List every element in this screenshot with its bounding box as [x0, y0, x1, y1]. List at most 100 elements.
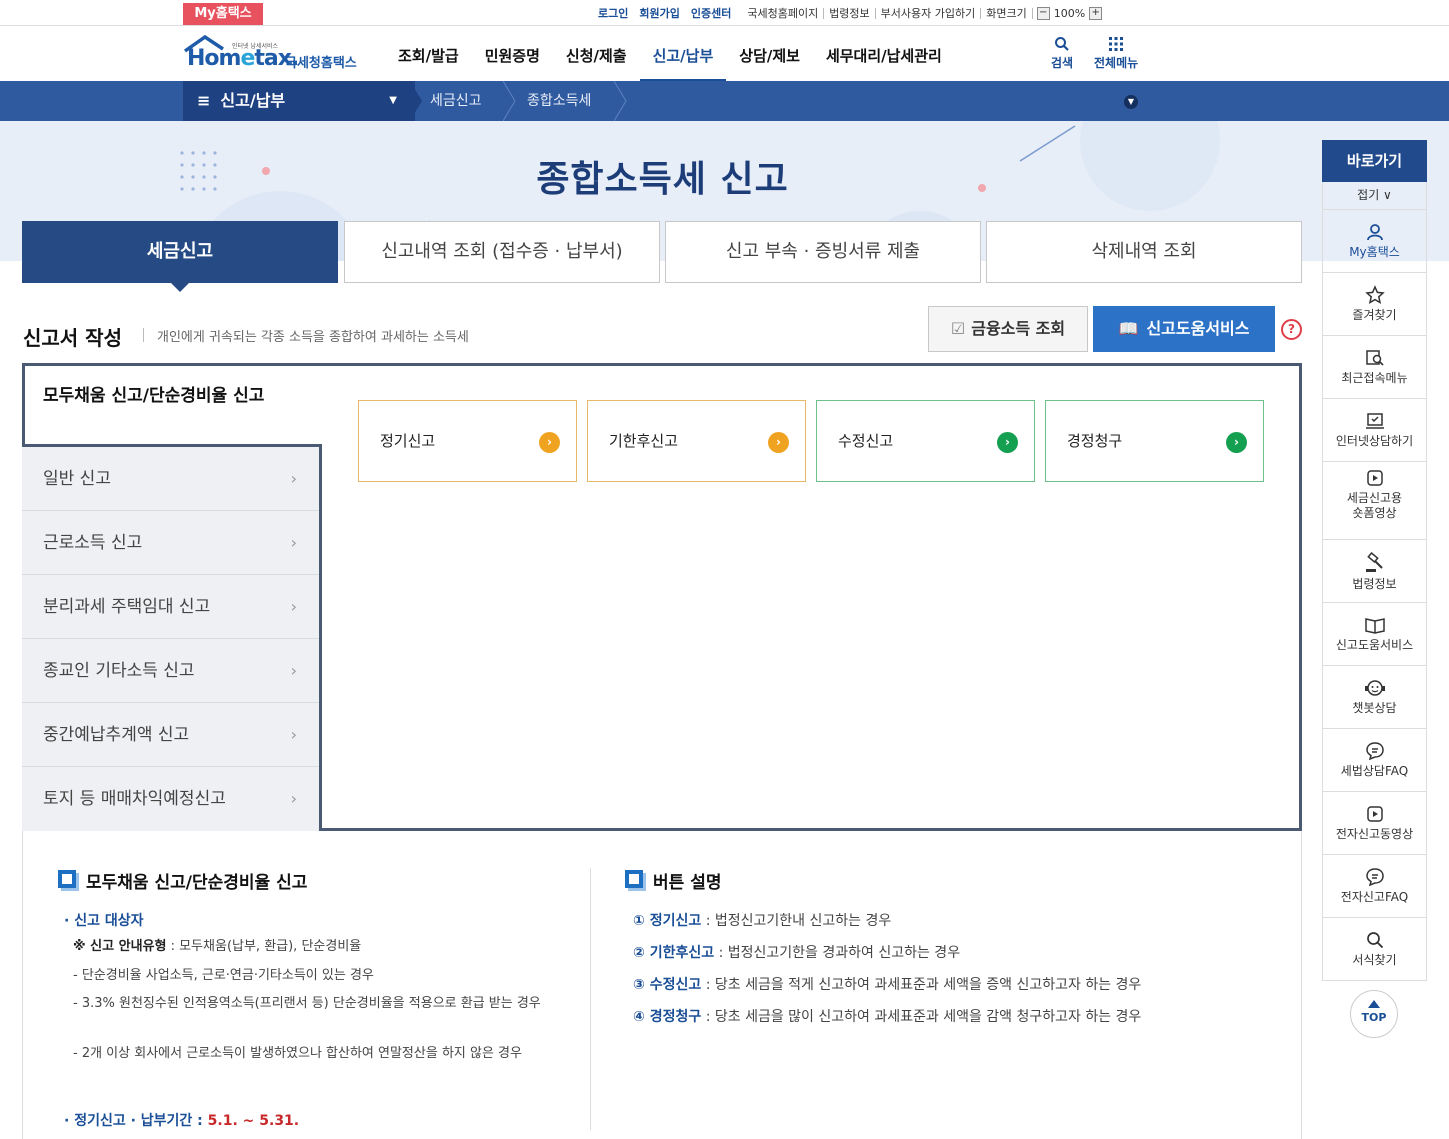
regular-filing-button[interactable]: 정기신고 ›: [358, 400, 577, 482]
side-menu-label: 근로소득 신고: [43, 533, 143, 553]
chevron-right-icon: ›: [290, 661, 297, 680]
speech-bubble-icon: [1365, 868, 1384, 887]
square-bullet-icon: [625, 870, 643, 888]
logo-wordmark: Hometax.: [187, 46, 299, 71]
join-link[interactable]: 회원가입: [639, 5, 679, 21]
target-line: - 2개 이상 회사에서 근로소득이 발생하였으나 합산하여 연말정산을 하지 …: [73, 1046, 522, 1061]
nts-homepage-link[interactable]: 국세청홈페이지: [742, 7, 825, 19]
side-menu-item[interactable]: 중간예납추계액 신고 ›: [22, 703, 319, 767]
section-description: 개인에게 귀속되는 각종 소득을 종합하여 과세하는 소득세: [157, 330, 469, 345]
breadcrumb-separator-icon: [503, 81, 516, 121]
zoom-out-button[interactable]: −: [1036, 6, 1050, 20]
breadcrumb-expand-icon[interactable]: ▼: [1124, 95, 1138, 109]
all-menu-label: 전체메뉴: [1094, 56, 1139, 70]
dept-user-join-link[interactable]: 부서사용자 가입하기: [876, 7, 982, 19]
financial-income-label: 금융소득 조회: [971, 319, 1066, 338]
breadcrumb: ≡ 신고/납부 ▼ 세금신고 종합소득세 ▼: [0, 81, 1449, 121]
target-line: - 단순경비율 사업소득, 근로·연금·기타소득이 있는 경우: [73, 968, 374, 983]
quick-link-filing-help[interactable]: 신고도움서비스: [1322, 603, 1427, 666]
side-menu-item[interactable]: 분리과세 주택임대 신고 ›: [22, 575, 319, 639]
tab-tax-filing[interactable]: 세금신고: [22, 221, 338, 292]
chevron-right-icon: ›: [290, 725, 297, 744]
filing-help-button[interactable]: 📖 신고도움서비스: [1093, 306, 1275, 352]
utility-bar: My홈택스 로그인 회원가입 인증센터 국세청홈페이지 법령정보 부서사용자 가…: [0, 0, 1449, 26]
amended-filing-button[interactable]: 수정신고 ›: [816, 400, 1035, 482]
law-info-link[interactable]: 법령정보: [824, 7, 876, 19]
chevron-right-icon: ›: [290, 789, 297, 808]
side-menu-item[interactable]: 종교인 기타소득 신고 ›: [22, 639, 319, 703]
side-menu-item[interactable]: 일반 신고 ›: [22, 447, 319, 511]
recent-search-icon: [1365, 350, 1384, 366]
video-icon: [1366, 806, 1383, 822]
side-menu: 일반 신고 › 근로소득 신고 › 분리과세 주택임대 신고 › 종교인 기타소득 신…: [22, 447, 322, 831]
button-desc-line: ④ 경정청구 : 당초 세금을 많이 신고하여 과세표준과 세액을 감액 청구하…: [633, 1009, 1142, 1025]
quick-link-internet-consult[interactable]: 인터넷상담하기: [1322, 399, 1427, 462]
collapse-button[interactable]: 접기 ∨: [1322, 182, 1427, 210]
caret-down-icon: ▼: [389, 95, 397, 106]
nav-tax-agent[interactable]: 세무대리/납세관리: [813, 27, 955, 81]
book-icon: 📖: [1118, 319, 1139, 338]
quick-link-favorites[interactable]: 즐겨찾기: [1322, 273, 1427, 336]
nav-inquiry[interactable]: 조회/발급: [385, 27, 472, 81]
search-button[interactable]: 검색: [1051, 36, 1073, 71]
quick-link-myhometax[interactable]: My홈택스: [1322, 210, 1427, 273]
utility-links: 로그인 회원가입 인증센터 국세청홈페이지 법령정보 부서사용자 가입하기 화면…: [598, 5, 1103, 21]
target-title: · 신고 대상자: [64, 913, 144, 929]
section-divider: [143, 328, 144, 342]
nav-consult[interactable]: 상담/제보: [726, 27, 813, 81]
card-label: 기한후신고: [609, 432, 679, 450]
nav-certificates[interactable]: 민원증명: [472, 27, 553, 81]
guide-type-line: ※ 신고 안내유형 : 모두채움(납부, 환급), 단순경비율: [73, 939, 362, 954]
side-menu-item[interactable]: 근로소득 신고 ›: [22, 511, 319, 575]
quick-link-shortform-video[interactable]: 세금신고용 숏폼영상: [1322, 462, 1427, 540]
hometax-logo[interactable]: 인터넷 납세서비스 Hometax. 국세청홈택스: [183, 33, 363, 75]
search-label: 검색: [1051, 56, 1074, 70]
quick-link-efiling-faq[interactable]: 전자신고FAQ: [1322, 855, 1427, 918]
arrow-right-icon: ›: [768, 432, 789, 453]
search-icon: [1366, 932, 1383, 949]
nav-apply[interactable]: 신청/제출: [553, 27, 640, 81]
breadcrumb-item-tax-filing[interactable]: 세금신고: [430, 81, 482, 121]
video-icon: [1366, 470, 1383, 486]
info-right-title: 버튼 설명: [625, 868, 721, 893]
period-line: · 정기신고 · 납부기간 : 5.1. ~ 5.31.: [64, 1113, 300, 1129]
top-label: TOP: [1361, 1011, 1387, 1024]
breadcrumb-menu-label: 신고/납부: [220, 91, 286, 110]
global-nav: 인터넷 납세서비스 Hometax. 국세청홈택스 조회/발급 민원증명 신청/…: [0, 27, 1449, 82]
help-question-icon[interactable]: ?: [1281, 319, 1302, 340]
refund-claim-button[interactable]: 경정청구 ›: [1045, 400, 1264, 482]
quick-link-recent-menu[interactable]: 최근접속메뉴: [1322, 336, 1427, 399]
zoom-control: − 100% +: [1036, 6, 1103, 20]
financial-income-button[interactable]: ☑ 금융소득 조회: [928, 306, 1088, 352]
tab-attachment-submit[interactable]: 신고 부속 · 증빙서류 제출: [665, 221, 981, 283]
side-menu-active-item[interactable]: 모두채움 신고/단순경비율 신고: [22, 363, 322, 447]
main-nav: 조회/발급 민원증명 신청/제출 신고/납부 상담/제보 세무대리/납세관리: [385, 27, 955, 82]
quick-link-efiling-video[interactable]: 전자신고동영상: [1322, 792, 1427, 855]
tab-filing-history[interactable]: 신고내역 조회 (접수증 · 납부서): [344, 221, 660, 283]
arrow-up-icon: [1368, 1000, 1380, 1008]
breadcrumb-item-income-tax[interactable]: 종합소득세: [527, 81, 591, 121]
tab-bar: 세금신고 신고내역 조회 (접수증 · 납부서) 신고 부속 · 증빙서류 제출…: [22, 221, 1302, 292]
breadcrumb-separator-icon: [614, 81, 627, 121]
late-filing-button[interactable]: 기한후신고 ›: [587, 400, 806, 482]
login-link[interactable]: 로그인: [598, 5, 628, 21]
all-menu-button[interactable]: 전체메뉴: [1094, 36, 1138, 71]
myhometax-tab[interactable]: My홈택스: [183, 3, 263, 25]
side-menu-item[interactable]: 토지 등 매매차익예정신고 ›: [22, 767, 319, 831]
quick-link-chatbot[interactable]: 챗봇상담: [1322, 666, 1427, 729]
tab-deleted-history[interactable]: 삭제내역 조회: [986, 221, 1302, 283]
quick-link-tax-faq[interactable]: 세법상담FAQ: [1322, 729, 1427, 792]
cert-center-link[interactable]: 인증센터: [691, 5, 731, 21]
arrow-right-icon: ›: [997, 432, 1018, 453]
side-menu-label: 일반 신고: [43, 469, 111, 489]
arrow-right-icon: ›: [539, 432, 560, 453]
quick-link-form-search[interactable]: 서식찾기: [1322, 918, 1427, 981]
zoom-in-button[interactable]: +: [1089, 6, 1103, 20]
grid-icon: [1109, 37, 1124, 51]
nav-filing-payment[interactable]: 신고/납부: [639, 27, 727, 82]
quick-link-law-info[interactable]: 법령정보: [1322, 540, 1427, 603]
book-icon: [1364, 618, 1385, 634]
scroll-top-button[interactable]: TOP: [1350, 990, 1398, 1038]
speech-bubble-icon: [1365, 742, 1384, 761]
breadcrumb-menu-select[interactable]: ≡ 신고/납부 ▼: [183, 81, 415, 121]
